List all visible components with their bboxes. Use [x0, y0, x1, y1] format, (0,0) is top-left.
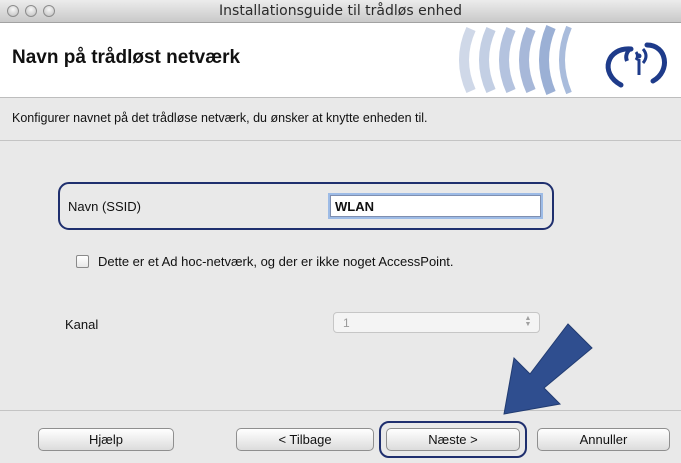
header-banner: Navn på trådløst netværk [0, 23, 681, 98]
help-button[interactable]: Hjælp [38, 428, 174, 451]
adhoc-checkbox[interactable] [76, 255, 89, 268]
back-button[interactable]: < Tilbage [236, 428, 374, 451]
title-bar: Installationsguide til trådløs enhed [0, 0, 681, 23]
channel-value: 1 [343, 316, 350, 330]
ssid-input[interactable] [330, 195, 541, 217]
window-title: Installationsguide til trådløs enhed [219, 3, 462, 19]
ssid-label: Navn (SSID) [68, 199, 141, 214]
page-title: Navn på trådløst netværk [12, 47, 241, 68]
adhoc-checkbox-label[interactable]: Dette er et Ad hoc-netværk, og der er ik… [98, 254, 454, 269]
wireless-logo-icon [431, 23, 681, 97]
channel-label: Kanal [65, 317, 99, 332]
instruction-text: Konfigurer navnet på det trådløse netvær… [12, 111, 428, 125]
divider [0, 140, 681, 141]
pointer-arrow-icon [503, 323, 593, 415]
next-button[interactable]: Næste > [386, 428, 520, 451]
cancel-button[interactable]: Annuller [537, 428, 670, 451]
